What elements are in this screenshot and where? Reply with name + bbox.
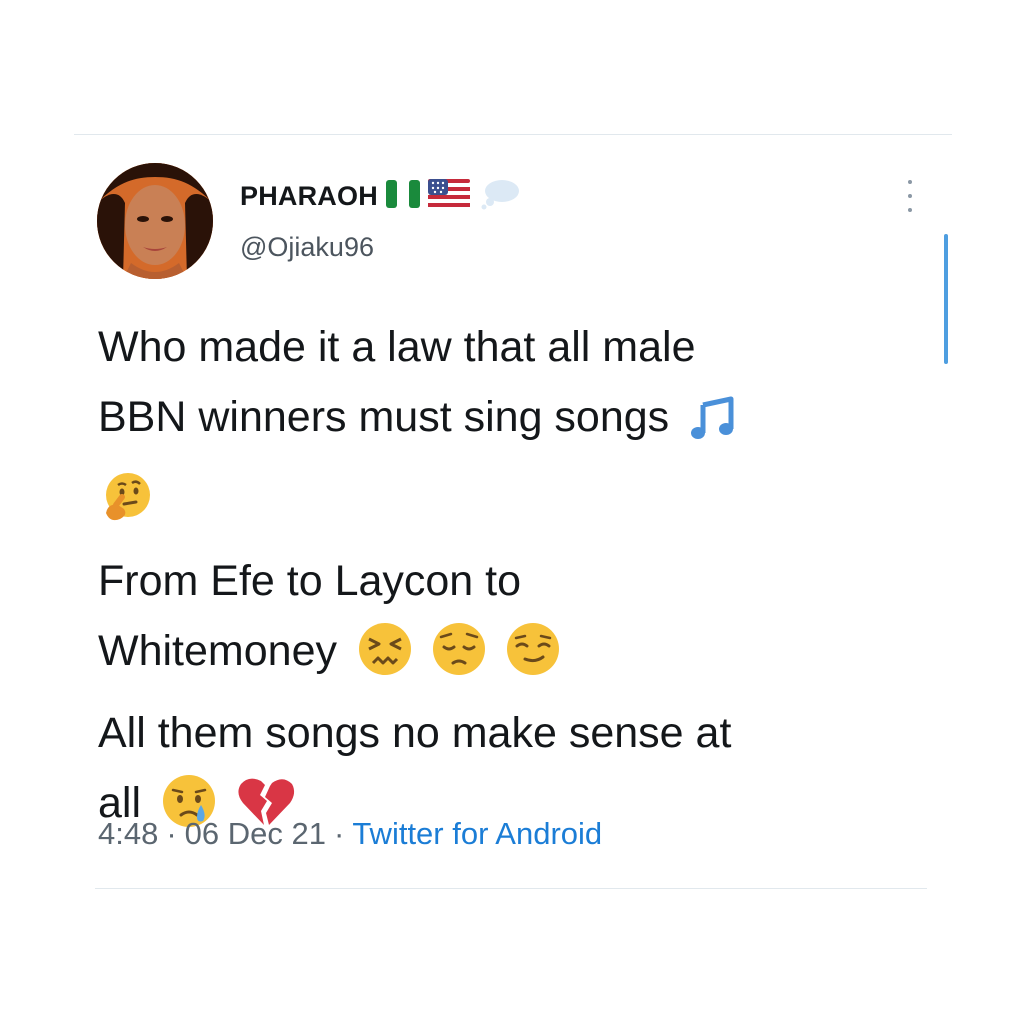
tweet-line-with-emoji: BBN winners must sing songs	[98, 382, 898, 464]
tweet-source-link[interactable]: Twitter for Android	[352, 816, 602, 851]
pensive-face-icon	[431, 621, 487, 698]
tweet-line-text: BBN winners must sing songs	[98, 393, 670, 441]
tweet-text: Who made it a law that all male BBN winn…	[98, 312, 898, 850]
avatar-image	[97, 163, 213, 279]
tweet-line-text: Whitemoney	[98, 627, 337, 675]
meta-separator: ·	[166, 816, 177, 851]
tweet-line-emoji-only	[98, 464, 898, 546]
tweet-line: Who made it a law that all male	[98, 323, 696, 371]
menu-dot	[908, 194, 912, 198]
musical-notes-icon	[689, 394, 737, 464]
scrollbar[interactable]	[944, 234, 948, 364]
confounded-face-icon	[357, 621, 413, 698]
bottom-divider	[95, 888, 927, 889]
nigeria-flag-icon	[385, 179, 420, 213]
relieved-face-icon	[505, 621, 561, 698]
usa-flag-icon	[427, 178, 470, 214]
thought-balloon-icon	[478, 178, 522, 215]
meta-separator: ·	[334, 816, 345, 851]
tweet-line: All them songs no make sense at	[98, 709, 732, 757]
menu-dot	[908, 180, 912, 184]
user-handle[interactable]: @Ojiaku96	[240, 232, 374, 263]
thinking-face-icon	[98, 471, 152, 546]
tweet-time[interactable]: 4:48	[98, 816, 158, 851]
tweet-date[interactable]: 06 Dec 21	[185, 816, 326, 851]
tweet-line: From Efe to Laycon to	[98, 557, 522, 605]
more-options-icon[interactable]	[896, 180, 924, 212]
top-divider	[74, 134, 952, 135]
menu-dot	[908, 208, 912, 212]
avatar[interactable]	[97, 163, 213, 279]
display-name[interactable]: PHARAOH	[240, 181, 378, 212]
display-name-row: PHARAOH	[240, 178, 522, 214]
tweet-line-with-emoji: Whitemoney	[98, 616, 898, 698]
tweet-meta: 4:48 · 06 Dec 21 · Twitter for Android	[98, 816, 602, 852]
